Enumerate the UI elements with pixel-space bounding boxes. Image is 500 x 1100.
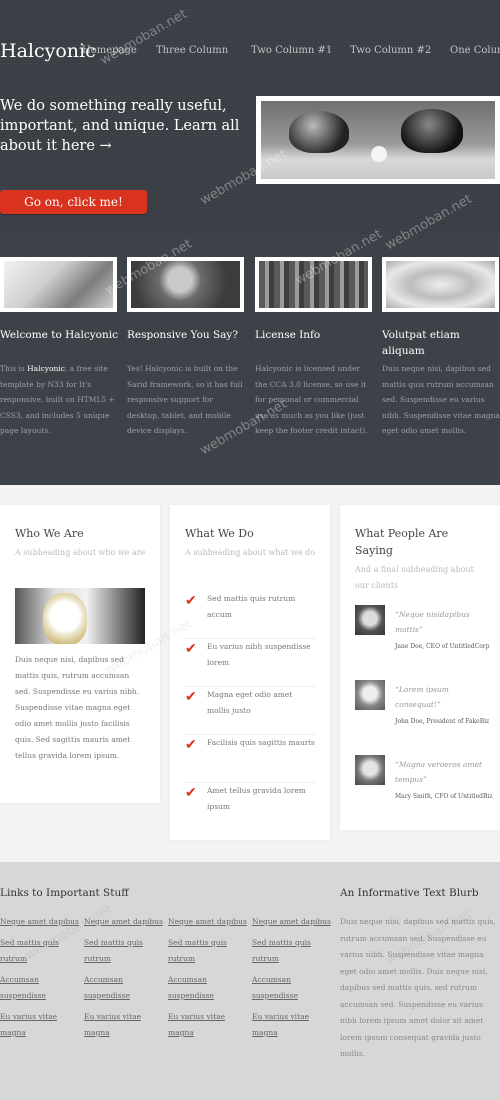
footer-link[interactable]: Sed mattis quis rutrum [252, 935, 332, 967]
card-title: What We Do [185, 527, 254, 540]
footer-link[interactable]: Eu varius vitae magna [168, 1009, 248, 1041]
feature-title-4: Volutpat etiam aliquam [382, 329, 460, 357]
nav-three-column[interactable]: Three Column [156, 45, 228, 56]
checkmark-icon: ✔ [185, 593, 197, 609]
testimonial: “Neque nisidapibus mattis” Jane Doe, CEO… [355, 605, 490, 665]
footer-links-title: Links to Important Stuff [0, 887, 129, 899]
testimonial: “Magna veroeros amet tempus” Mary Smith,… [355, 755, 492, 815]
checkmark-icon: ✔ [185, 641, 197, 657]
footer-link[interactable]: Sed mattis quis rutrum [0, 935, 80, 967]
team-photo [15, 588, 145, 644]
what-we-do-card: What We Do A subheading about what we do… [170, 505, 330, 840]
footer-link-column: Neque amet dapibus Sed mattis quis rutru… [84, 914, 164, 1046]
card-title: What People Are Saying [355, 527, 449, 557]
card-title: Who We Are [15, 527, 84, 540]
hero-image [261, 101, 495, 179]
footer-blurb-title: An Informative Text Blurb [340, 887, 479, 899]
card-subtitle: A subheading about who we are [15, 548, 146, 557]
footer-link[interactable]: Neque amet dapibus [168, 914, 248, 930]
main-nav: Homepage Three Column Two Column #1 Two … [0, 45, 500, 61]
nav-two-column-1[interactable]: Two Column #1 [251, 45, 332, 56]
checkmark-icon: ✔ [185, 737, 197, 753]
feature-thumb-building [0, 257, 117, 312]
features-strip: Welcome to Halcyonic Responsive You Say?… [0, 235, 500, 485]
footer-link[interactable]: Neque amet dapibus [84, 914, 164, 930]
avatar [355, 680, 385, 710]
list-item: ✔ Facilisis quis sagittis mauris [185, 735, 315, 783]
feature-body-4: Duis neque nisi, dapibus sed mattis quis… [382, 364, 500, 435]
feature-body-2: Yes! Halcyonic is built on the Sarid fra… [127, 364, 243, 435]
footer-link[interactable]: Accumsan suspendisse [84, 972, 164, 1004]
footer-blurb: Duis neque nisi, dapibus sed mattis quis… [340, 917, 496, 1058]
feature-thumb-person [127, 257, 244, 312]
feature-thumb-water [382, 257, 499, 312]
list-item: ✔ Sed mattis quis rutrum accum [185, 591, 315, 639]
footer-link[interactable]: Neque amet dapibus [252, 914, 332, 930]
checkmark-icon: ✔ [185, 785, 197, 801]
footer: Links to Important Stuff Neque amet dapi… [0, 862, 500, 1100]
footer-link[interactable]: Eu varius vitae magna [0, 1009, 80, 1041]
list-item: ✔ Amet tellus gravida lorem ipsum [185, 785, 306, 811]
avatar [355, 605, 385, 635]
footer-link-column: Neque amet dapibus Sed mattis quis rutru… [252, 914, 332, 1046]
avatar [355, 755, 385, 785]
who-we-are-card: Who We Are A subheading about who we are… [0, 505, 160, 803]
list-item: ✔ Magna eget odio amet mollis justo [185, 687, 315, 735]
card-body: Duis neque nisi, dapibus sed mattis quis… [15, 655, 140, 760]
card-subtitle: And a final subheading about our clients [355, 565, 474, 590]
footer-link-column: Neque amet dapibus Sed mattis quis rutru… [0, 914, 80, 1046]
feature-body-3: Halcyonic is licensed under the CCA 3.0 … [255, 364, 368, 435]
list-item: ✔ Eu varius nibh suspendisse lorem [185, 639, 315, 687]
hero-text: We do something really useful, important… [0, 98, 240, 154]
footer-link[interactable]: Sed mattis quis rutrum [168, 935, 248, 967]
footer-link[interactable]: Neque amet dapibus [0, 914, 80, 930]
feature-title-2: Responsive You Say? [127, 329, 238, 341]
header: Halcyonic Homepage Three Column Two Colu… [0, 0, 500, 235]
card-subtitle: A subheading about what we do [185, 548, 316, 557]
footer-link-column: Neque amet dapibus Sed mattis quis rutru… [168, 914, 248, 1046]
nav-one-column[interactable]: One Column [450, 45, 500, 56]
footer-link[interactable]: Accumsan suspendisse [0, 972, 80, 1004]
footer-link[interactable]: Accumsan suspendisse [168, 972, 248, 1004]
nav-two-column-2[interactable]: Two Column #2 [350, 45, 431, 56]
testimonial: “Lorem ipsum consequat!” John Doe, Presi… [355, 680, 490, 740]
feature-body-1: This is Halcyonic, a free site template … [0, 364, 115, 435]
hero-image-frame [256, 96, 500, 184]
footer-link[interactable]: Eu varius vitae magna [84, 1009, 164, 1041]
cta-button[interactable]: Go on, click me! [0, 190, 147, 214]
footer-link[interactable]: Accumsan suspendisse [252, 972, 332, 1004]
feature-title-3: License Info [255, 329, 321, 341]
nav-homepage[interactable]: Homepage [82, 45, 137, 56]
footer-link[interactable]: Eu varius vitae magna [252, 1009, 332, 1041]
feature-thumb-street [255, 257, 372, 312]
feature-title-1: Welcome to Halcyonic [0, 329, 119, 341]
checkmark-icon: ✔ [185, 689, 197, 705]
testimonials-card: What People Are Saying And a final subhe… [340, 505, 500, 830]
footer-link[interactable]: Sed mattis quis rutrum [84, 935, 164, 967]
